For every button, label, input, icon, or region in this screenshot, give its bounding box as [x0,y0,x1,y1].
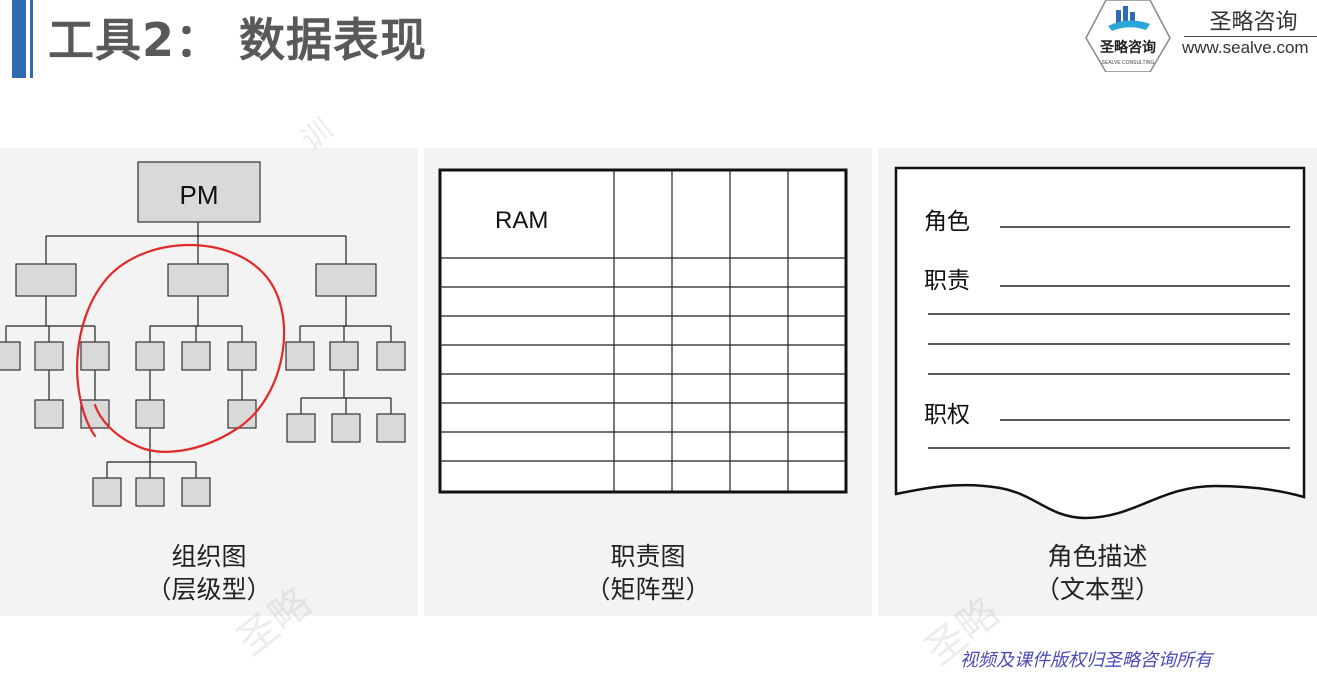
org-box [331,413,361,443]
ram-matrix: RAM [438,168,848,494]
brand-divider [1184,36,1317,37]
org-box [181,477,211,507]
ram-caption-line1: 职责图 [610,542,686,571]
org-chart-caption: 组织图 （层级型） [0,540,418,606]
org-box-l1-right [315,263,377,297]
role-document: 角色 职责 职权 [894,166,1306,520]
role-field-label: 角色 [924,209,970,235]
org-chart-caption-line2: （层级型） [146,575,272,604]
role-caption-line2: （文本型） [1034,575,1160,604]
ram-caption: 职责图 （矩阵型） [424,540,872,606]
title-accent-bar [12,0,26,78]
org-box [34,341,64,371]
authority-field-label: 职权 [924,402,970,428]
annotation-circle [76,243,286,453]
org-box [0,341,21,371]
brand-logo: 圣略咨询 SEALVE CONSULTING [1085,0,1171,72]
org-box [34,399,64,429]
org-box [329,341,359,371]
ram-caption-line2: （矩阵型） [585,575,711,604]
logo-text: 圣略咨询 [1099,39,1156,56]
ram-label: RAM [495,207,548,234]
org-root-label: PM [180,180,219,210]
brand-url: www.sealve.com [1182,38,1309,57]
org-box [135,477,165,507]
org-box [376,341,406,371]
logo-subtext: SEALVE CONSULTING [1102,60,1155,66]
org-box [92,477,122,507]
copyright-note: 视频及课件版权归圣略咨询所有 [960,650,1212,671]
org-chart-caption-line1: 组织图 [171,542,247,571]
brand-name: 圣略咨询 [1209,10,1298,35]
role-caption: 角色描述 （文本型） [878,540,1317,606]
page-title: 工具2： 数据表现 [48,13,428,67]
title-accent-line [30,0,33,78]
responsibility-field-label: 职责 [924,268,970,294]
role-caption-line1: 角色描述 [1047,542,1148,571]
org-box [376,413,406,443]
